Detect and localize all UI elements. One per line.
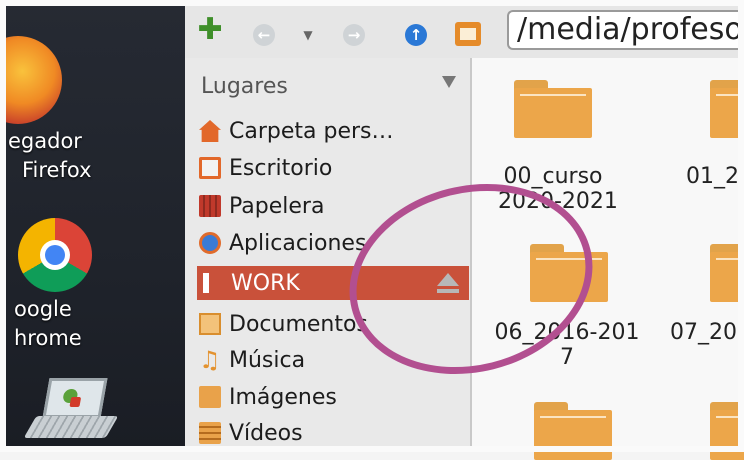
firefox-icon[interactable] [0,36,62,124]
folder-icon[interactable] [710,244,744,302]
sidebar-item-label: Carpeta pers… [229,118,394,144]
folder-icon[interactable] [514,80,592,138]
firefox-label-1[interactable]: egador [8,129,82,153]
sidebar-item-images[interactable]: Imágenes [199,380,461,414]
sidebar-item-label: Imágenes [229,384,337,410]
images-icon [199,386,221,408]
music-icon: ♫ [199,346,221,374]
chrome-label-1[interactable]: oogle [14,297,72,321]
trash-icon [199,195,221,217]
folder-icon[interactable] [710,80,744,138]
chrome-icon[interactable] [18,218,92,292]
sidebar-item-label: Música [229,347,306,373]
sidebar-item-label: Aplicaciones [229,230,367,256]
folder-icon[interactable] [534,402,612,460]
firefox-label-2[interactable]: Firefox [22,158,92,182]
sidebar-item-home[interactable]: Carpeta pers… [199,114,461,148]
sidebar-item-label: Escritorio [229,155,333,181]
laptop-icon[interactable] [23,378,119,444]
desktop: egador Firefox oogle hrome [0,0,185,452]
up-icon[interactable]: ↑ [405,24,427,46]
folder-icon[interactable] [710,402,744,460]
sidebar-item-label: Papelera [229,193,325,219]
home-icon [199,120,221,142]
toolbar: ✚ ← ▼ → ↑ /media/profesor/ [185,0,744,58]
home-icon[interactable] [455,22,481,46]
sidebar-item-label: WORK [231,270,300,296]
sidebar-item-videos[interactable]: Vídeos [199,416,461,450]
desktop-icon [199,157,221,179]
sidebar-item-desktop[interactable]: Escritorio [199,151,461,185]
sidebar-item-label: Documentos [229,311,368,337]
location-path-input[interactable]: /media/profesor/ [507,10,744,50]
sidebar-header: Lugares [201,74,288,99]
videos-icon [199,422,221,444]
history-dropdown-icon[interactable]: ▼ [297,24,319,46]
sidebar-collapse-icon[interactable] [442,76,456,88]
chrome-label-2[interactable]: hrome [14,326,82,350]
sidebar-item-label: Vídeos [229,420,303,446]
forward-icon[interactable]: → [343,24,365,46]
usb-drive-icon [203,273,209,293]
add-icon[interactable]: ✚ [197,12,222,47]
applications-icon [199,232,221,254]
folder-name[interactable]: 01_2 [686,164,739,190]
folder-name[interactable]: 07_20 [670,320,737,346]
documents-icon [199,313,221,335]
back-icon[interactable]: ← [253,24,275,46]
